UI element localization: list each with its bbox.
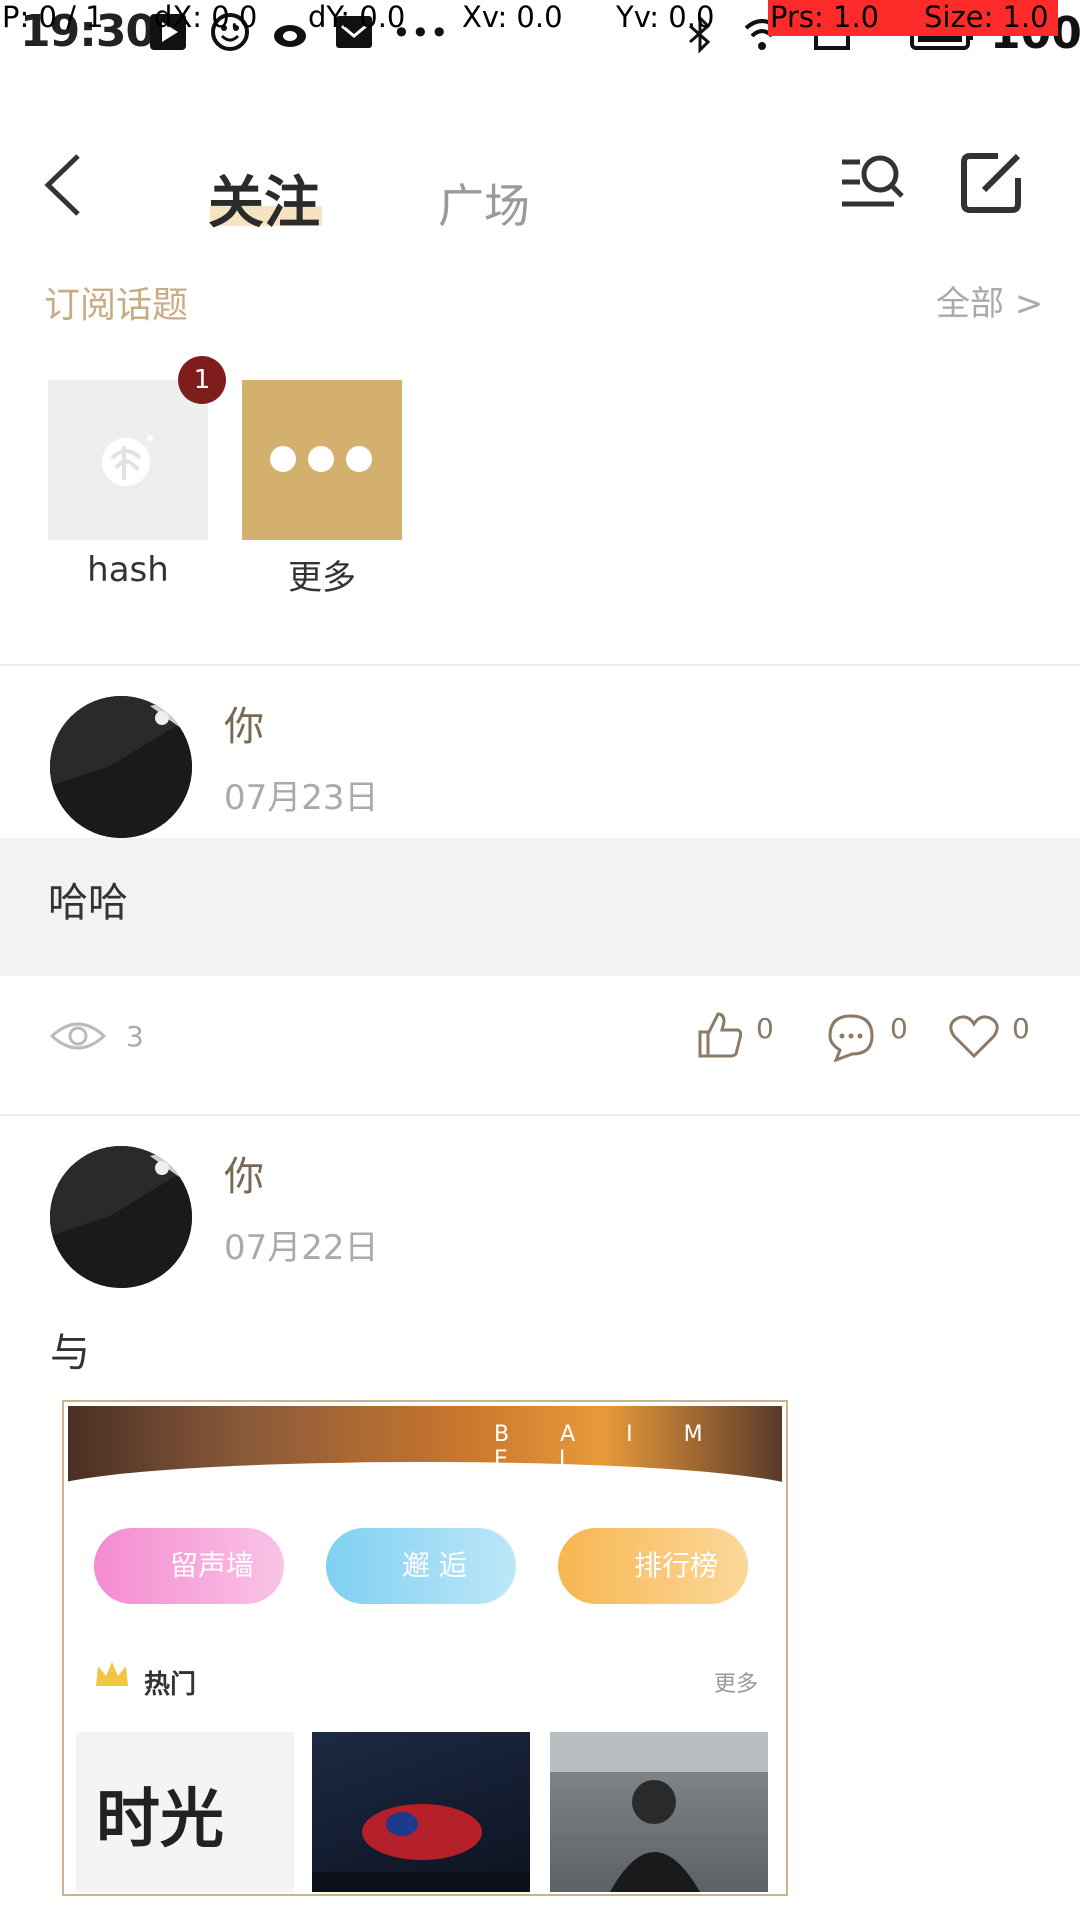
- image-pill-encounter: 邂 逅: [326, 1528, 516, 1604]
- post-content-area[interactable]: 哈哈: [0, 838, 1080, 976]
- image-more-label: 更多: [714, 1672, 759, 1697]
- post-image[interactable]: B A I M E I 留声墙 邂 逅 排行榜 热门 更多 时光: [62, 1400, 788, 1896]
- back-arrow-icon[interactable]: [40, 150, 84, 220]
- debug-xv: Xv: 0.0: [462, 0, 563, 34]
- topic-more-label: 更多: [288, 558, 356, 598]
- post-author[interactable]: 你: [224, 694, 264, 752]
- tab-plaza[interactable]: 广场: [438, 170, 530, 236]
- debug-prs: Prs: 1.0: [770, 0, 880, 34]
- post-avatar[interactable]: [50, 1146, 192, 1288]
- post-text: 与: [50, 1330, 90, 1376]
- thumb-figure-image: [312, 1804, 530, 1892]
- post-divider: [0, 1114, 1080, 1116]
- favorite-heart-icon[interactable]: [948, 1014, 1000, 1060]
- subscribed-topics-title: 订阅话题: [44, 285, 189, 326]
- topic-unread-badge: 1: [178, 356, 226, 404]
- comment-count: 0: [890, 1012, 908, 1045]
- image-thumb-calligraphy: 时光: [76, 1732, 294, 1892]
- post-date: 07月22日: [224, 1228, 379, 1268]
- avatar-image: [50, 696, 192, 838]
- more-dot: [346, 446, 372, 472]
- post-text: 哈哈: [48, 880, 128, 926]
- post-date: 07月23日: [224, 778, 379, 818]
- image-hot-label: 热门: [144, 1670, 197, 1700]
- image-thumb-spiderman: [312, 1732, 530, 1892]
- avatar-image: [50, 1146, 192, 1288]
- section-divider: [0, 664, 1080, 666]
- thumb-person-image: [550, 1732, 768, 1892]
- debug-size: Size: 1.0: [924, 0, 1049, 34]
- post-author[interactable]: 你: [224, 1144, 264, 1202]
- more-dot: [270, 446, 296, 472]
- comment-bubble-icon[interactable]: [826, 1012, 876, 1062]
- topic-hash-card[interactable]: [48, 380, 208, 540]
- like-count: 0: [756, 1012, 774, 1045]
- pill-label: 留声墙: [170, 1549, 255, 1582]
- topic-logo-icon: [102, 435, 153, 486]
- topic-more-card[interactable]: [242, 380, 402, 540]
- debug-dx: dX: 0.0: [154, 0, 258, 34]
- image-pill-message-wall: 留声墙: [94, 1528, 284, 1604]
- post-avatar[interactable]: [50, 696, 192, 838]
- debug-yv: Yv: 0.0: [616, 0, 715, 34]
- views-eye-icon: [49, 1022, 107, 1050]
- image-pill-ranking: 排行榜: [558, 1528, 748, 1604]
- view-all-link[interactable]: 全部 >: [936, 276, 1043, 325]
- crown-icon: [96, 1662, 128, 1686]
- debug-pointer: P: 0 / 1: [2, 0, 104, 34]
- tab-following[interactable]: 关注: [208, 158, 320, 239]
- pointer-debug-overlay: P: 0 / 1 dX: 0.0 dY: 0.0 Xv: 0.0 Yv: 0.0…: [0, 0, 1080, 36]
- search-list-icon[interactable]: [838, 152, 906, 212]
- more-dot: [308, 446, 334, 472]
- pill-label: 排行榜: [634, 1549, 719, 1582]
- thumb-caption: 时光: [96, 1782, 224, 1857]
- compose-edit-icon[interactable]: [958, 150, 1024, 216]
- views-count: 3: [126, 1020, 144, 1053]
- favorite-count: 0: [1012, 1012, 1030, 1045]
- image-banner-text: B A I M E I: [494, 1422, 725, 1472]
- pill-label: 邂 逅: [402, 1549, 467, 1582]
- debug-dy: dY: 0.0: [308, 0, 406, 34]
- like-thumb-icon[interactable]: [694, 1010, 744, 1060]
- image-thumb-photo: [550, 1732, 768, 1892]
- topic-hash-label: hash: [87, 550, 169, 590]
